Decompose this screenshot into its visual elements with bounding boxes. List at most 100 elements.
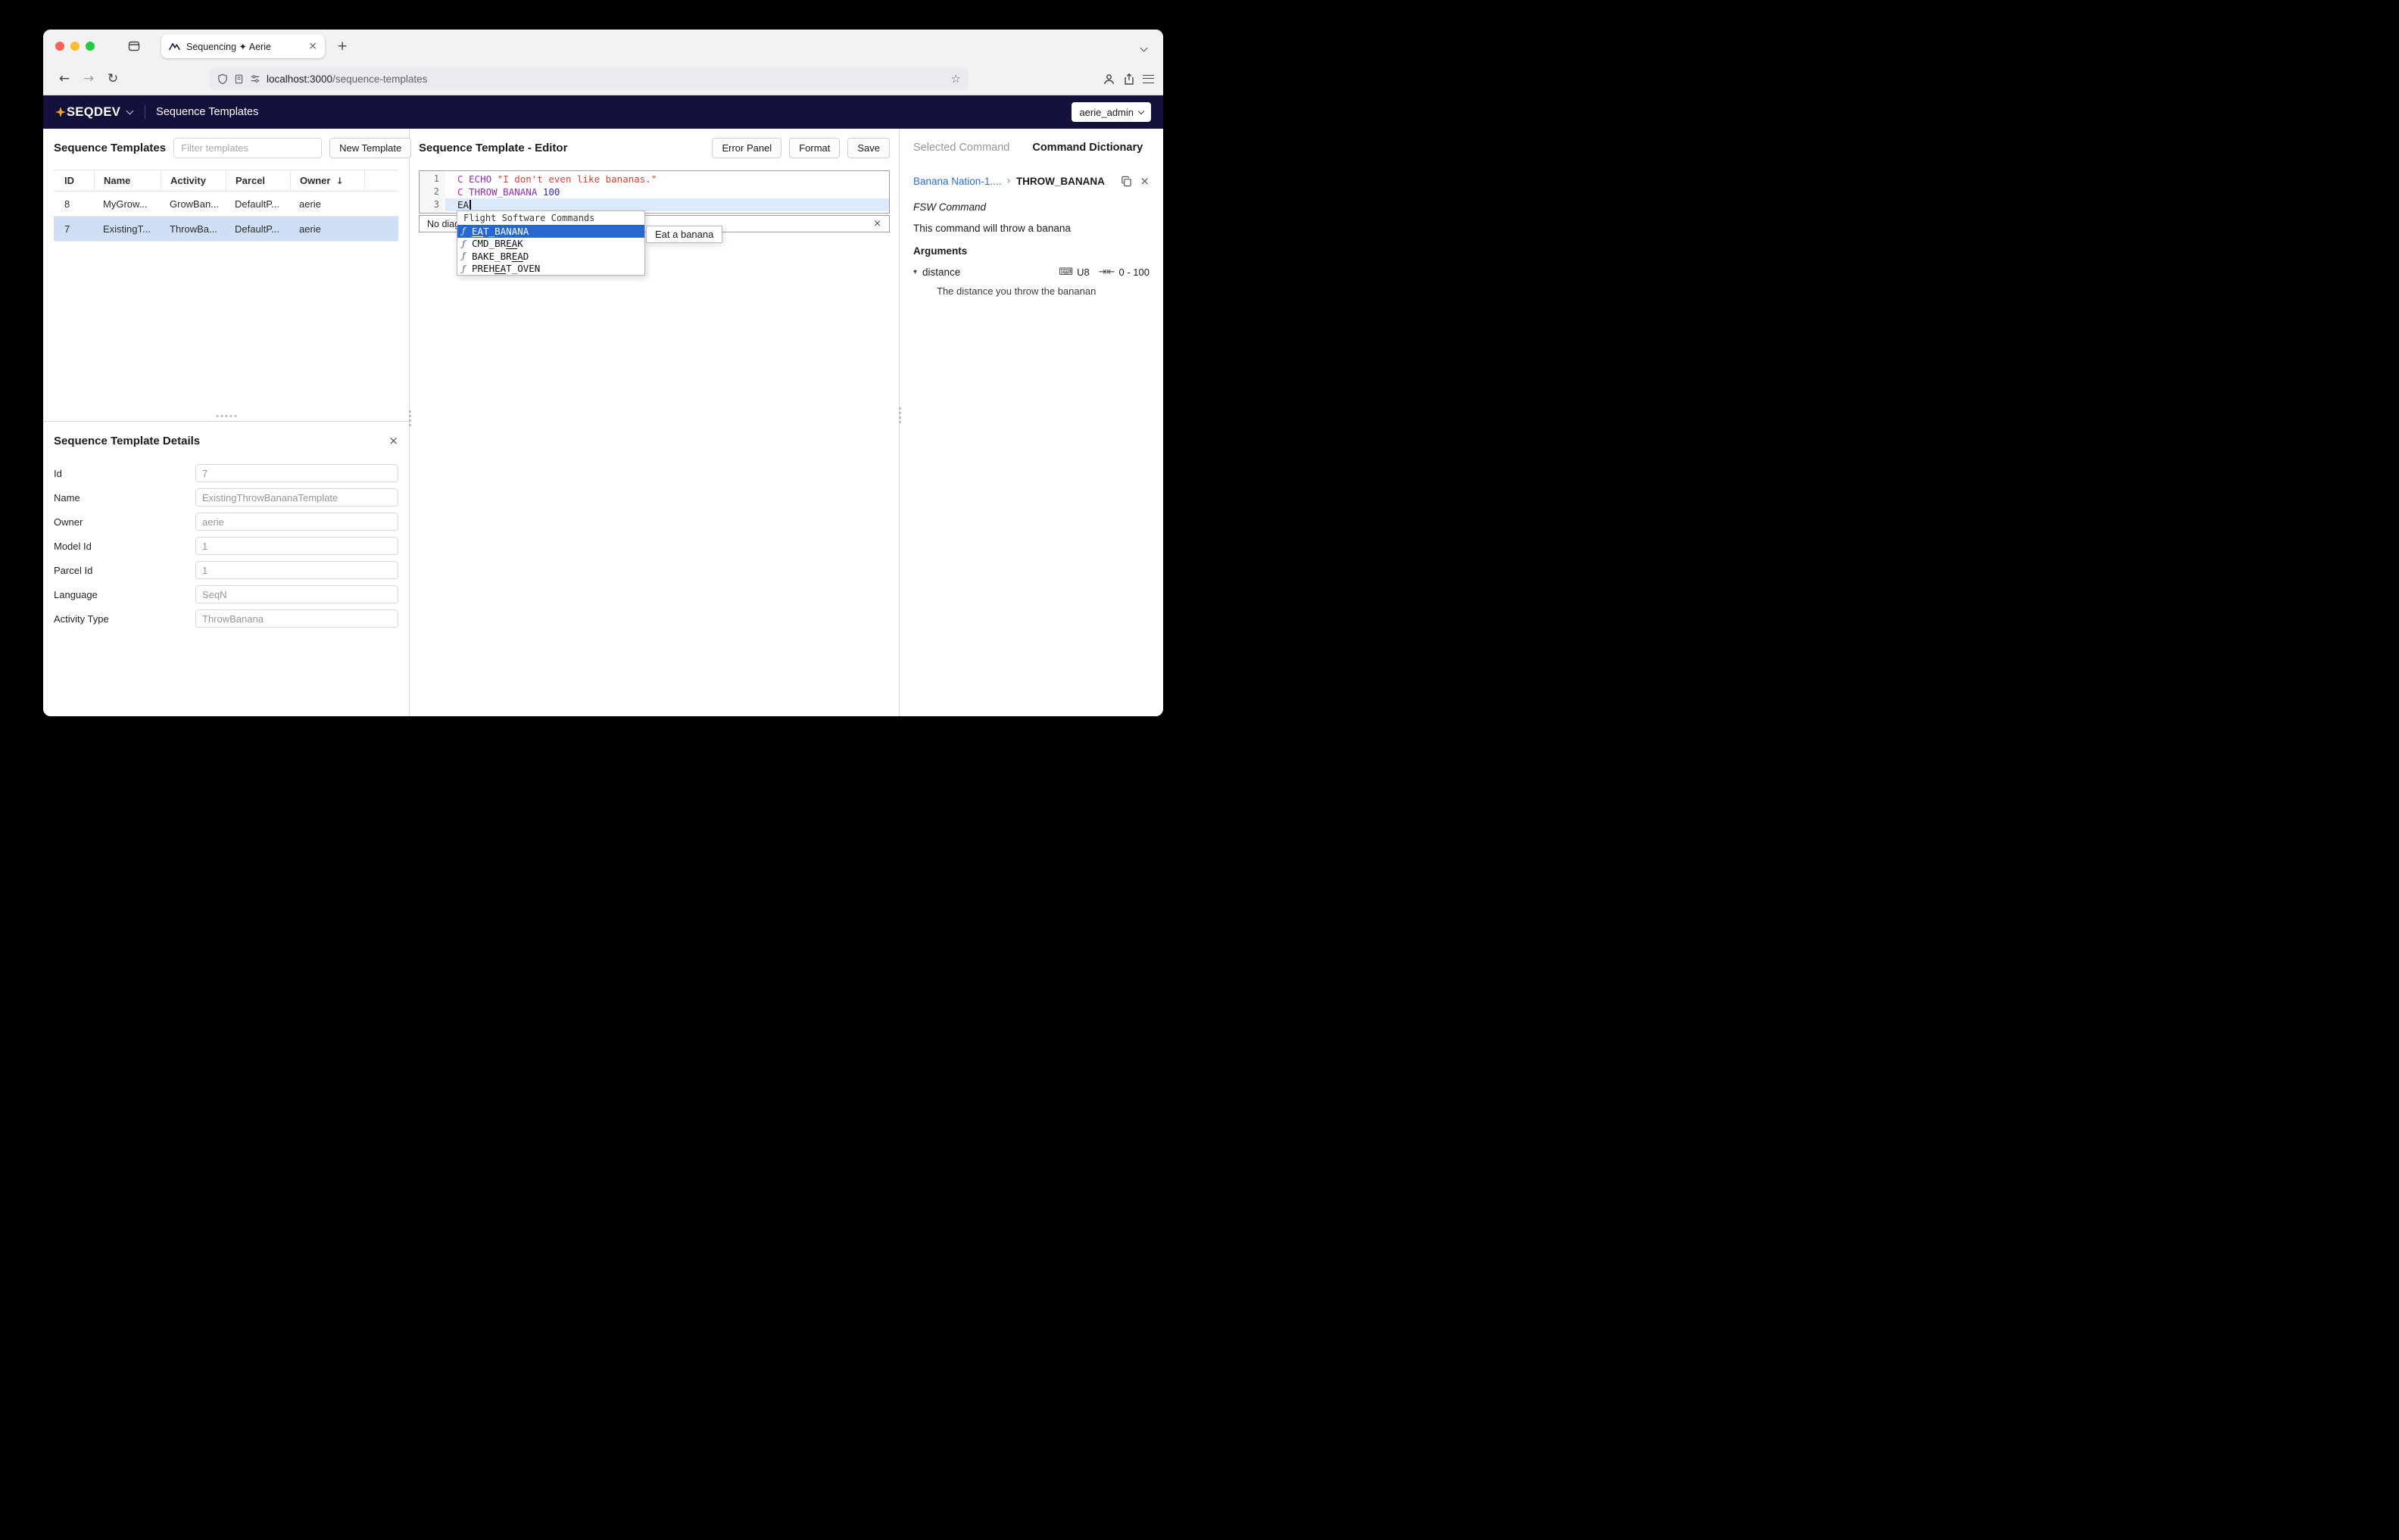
editor-panel: Sequence Template - Editor Error Panel F… bbox=[410, 129, 900, 716]
menu-hamburger-icon[interactable] bbox=[1143, 75, 1154, 83]
tab-sequencing-aerie[interactable]: Sequencing ✦ Aerie × bbox=[161, 34, 325, 58]
field-row-activity-type: Activity Type bbox=[54, 606, 398, 631]
new-template-button[interactable]: New Template bbox=[329, 138, 411, 158]
template-details-panel: Sequence Template Details × Id Name Owne… bbox=[43, 422, 409, 716]
cell-id: 7 bbox=[54, 223, 94, 235]
autocomplete-tooltip: Eat a banana bbox=[646, 226, 722, 243]
url-bar[interactable]: localhost:3000/sequence-templates ☆ bbox=[210, 67, 969, 90]
table-row-selected[interactable]: 7 ExistingT... ThrowBa... DefaultP... ae… bbox=[54, 217, 398, 242]
zoom-window-button[interactable] bbox=[86, 42, 95, 51]
user-menu-label: aerie_admin bbox=[1079, 107, 1134, 118]
templates-panel-title: Sequence Templates bbox=[54, 142, 166, 154]
id-field bbox=[195, 464, 398, 482]
command-name: THROW_BANANA bbox=[1016, 176, 1105, 187]
logo-text: SEQDEV bbox=[67, 105, 120, 120]
breadcrumb-dictionary-link[interactable]: Banana Nation-1.... bbox=[913, 176, 1001, 187]
argument-name: distance bbox=[922, 267, 960, 278]
table-row[interactable]: 8 MyGrow... GrowBan... DefaultP... aerie bbox=[54, 192, 398, 217]
site-permissions-icon[interactable] bbox=[250, 73, 260, 84]
main-content: Sequence Templates New Template ID Name … bbox=[43, 129, 1163, 716]
tab-command-dictionary[interactable]: Command Dictionary bbox=[1032, 142, 1143, 154]
breadcrumb: Banana Nation-1.... › THROW_BANANA × bbox=[913, 170, 1150, 192]
autocomplete-item-preheat-oven[interactable]: ƒ PREHEAT_OVEN bbox=[457, 263, 644, 276]
share-icon[interactable] bbox=[1123, 73, 1135, 86]
minimize-window-button[interactable] bbox=[70, 42, 80, 51]
function-icon: ƒ bbox=[462, 263, 472, 274]
sort-desc-icon: ↓ bbox=[335, 176, 343, 186]
details-close-icon[interactable]: × bbox=[388, 435, 398, 447]
argument-badges: ⌨ U8 ⇥⇤ 0 - 100 bbox=[1059, 267, 1150, 278]
back-button[interactable]: ← bbox=[52, 67, 76, 90]
autocomplete-item-bake-bread[interactable]: ƒ BAKE_BREAD bbox=[457, 250, 644, 263]
logo-chevron-down-icon bbox=[126, 108, 134, 115]
format-button[interactable]: Format bbox=[789, 138, 840, 158]
code-line-2: CTHROW_BANANA100 bbox=[445, 185, 889, 198]
cell-owner: aerie bbox=[290, 223, 364, 235]
tracking-protection-shield-icon[interactable] bbox=[217, 73, 228, 85]
seqdev-logo-menu[interactable]: SEQDEV bbox=[55, 105, 133, 120]
cell-activity: ThrowBa... bbox=[161, 223, 226, 235]
firefox-view-icon[interactable] bbox=[128, 40, 140, 52]
field-label: Activity Type bbox=[54, 613, 195, 625]
column-header-parcel[interactable]: Parcel bbox=[226, 170, 290, 191]
line-number-gutter: 1 2 3 bbox=[420, 171, 445, 213]
editor-panel-header: Sequence Template - Editor Error Panel F… bbox=[410, 129, 899, 167]
filter-templates-input[interactable] bbox=[173, 138, 322, 158]
cell-parcel: DefaultP... bbox=[226, 198, 290, 210]
command-close-icon[interactable]: × bbox=[1140, 176, 1150, 187]
code-area[interactable]: CECHO"I don't even like bananas." CTHROW… bbox=[445, 171, 889, 213]
account-icon[interactable] bbox=[1103, 73, 1115, 86]
editor-buttons: Error Panel Format Save bbox=[712, 138, 890, 158]
arguments-title: Arguments bbox=[913, 245, 1150, 257]
tab-overflow-chevron-icon[interactable] bbox=[1141, 41, 1146, 55]
header-page-title: Sequence Templates bbox=[156, 106, 258, 118]
close-window-button[interactable] bbox=[55, 42, 64, 51]
keyboard-icon: ⌨ bbox=[1059, 267, 1073, 278]
window-controls bbox=[55, 42, 95, 51]
field-row-parcel-id: Parcel Id bbox=[54, 558, 398, 582]
argument-distance-row[interactable]: ▾ distance ⌨ U8 ⇥⇤ 0 - 100 bbox=[913, 267, 1150, 278]
bookmark-star-icon[interactable]: ☆ bbox=[951, 72, 961, 86]
new-tab-button[interactable]: + bbox=[337, 39, 348, 54]
command-description: This command will throw a banana bbox=[913, 223, 1150, 234]
diagnostics-close-icon[interactable]: × bbox=[873, 219, 881, 229]
code-line-3: EA bbox=[445, 198, 889, 211]
tab-selected-command[interactable]: Selected Command bbox=[913, 142, 1009, 154]
reload-button[interactable]: ↻ bbox=[101, 67, 125, 90]
code-editor[interactable]: 1 2 3 CECHO"I don't even like bananas." … bbox=[419, 170, 890, 214]
browser-window: Sequencing ✦ Aerie × + ← → ↻ localhost:3… bbox=[43, 30, 1163, 716]
cell-name: ExistingT... bbox=[94, 223, 161, 235]
save-button[interactable]: Save bbox=[847, 138, 890, 158]
column-header-owner[interactable]: Owner↓ bbox=[290, 170, 364, 191]
line-number: 3 bbox=[420, 198, 445, 211]
column-header-activity[interactable]: Activity bbox=[161, 170, 226, 191]
forward-button[interactable]: → bbox=[76, 67, 101, 90]
vertical-resize-handle-left[interactable] bbox=[409, 410, 411, 426]
field-row-model-id: Model Id bbox=[54, 534, 398, 558]
autocomplete-dropdown: Flight Software Commands ƒ EAT_BANANA ƒ … bbox=[457, 210, 645, 276]
function-icon: ƒ bbox=[462, 238, 472, 249]
code-line-1: CECHO"I don't even like bananas." bbox=[445, 173, 889, 185]
autocomplete-item-cmd-break[interactable]: ƒ CMD_BREAK bbox=[457, 238, 644, 251]
argument-range: 0 - 100 bbox=[1119, 267, 1150, 278]
error-panel-button[interactable]: Error Panel bbox=[712, 138, 781, 158]
cell-parcel: DefaultP... bbox=[226, 223, 290, 235]
autocomplete-item-eat-banana[interactable]: ƒ EAT_BANANA bbox=[457, 225, 644, 238]
activity-type-field bbox=[195, 609, 398, 628]
column-header-id[interactable]: ID bbox=[54, 170, 94, 191]
navigation-bar: ← → ↻ localhost:3000/sequence-templates … bbox=[43, 63, 1163, 95]
details-panel-title: Sequence Template Details bbox=[54, 435, 200, 447]
cell-activity: GrowBan... bbox=[161, 198, 226, 210]
command-type: FSW Command bbox=[913, 201, 1150, 213]
page-info-icon[interactable] bbox=[234, 73, 244, 85]
column-header-name[interactable]: Name bbox=[94, 170, 161, 191]
field-row-owner: Owner bbox=[54, 510, 398, 534]
cell-id: 8 bbox=[54, 198, 94, 210]
user-menu-button[interactable]: aerie_admin bbox=[1072, 102, 1151, 122]
parcel-id-field bbox=[195, 561, 398, 579]
vertical-resize-handle-center[interactable] bbox=[899, 407, 901, 423]
tab-close-icon[interactable]: × bbox=[308, 41, 317, 51]
copy-icon[interactable] bbox=[1121, 176, 1132, 187]
templates-table-section: Sequence Templates New Template ID Name … bbox=[43, 129, 409, 422]
horizontal-resize-handle[interactable] bbox=[216, 415, 236, 417]
